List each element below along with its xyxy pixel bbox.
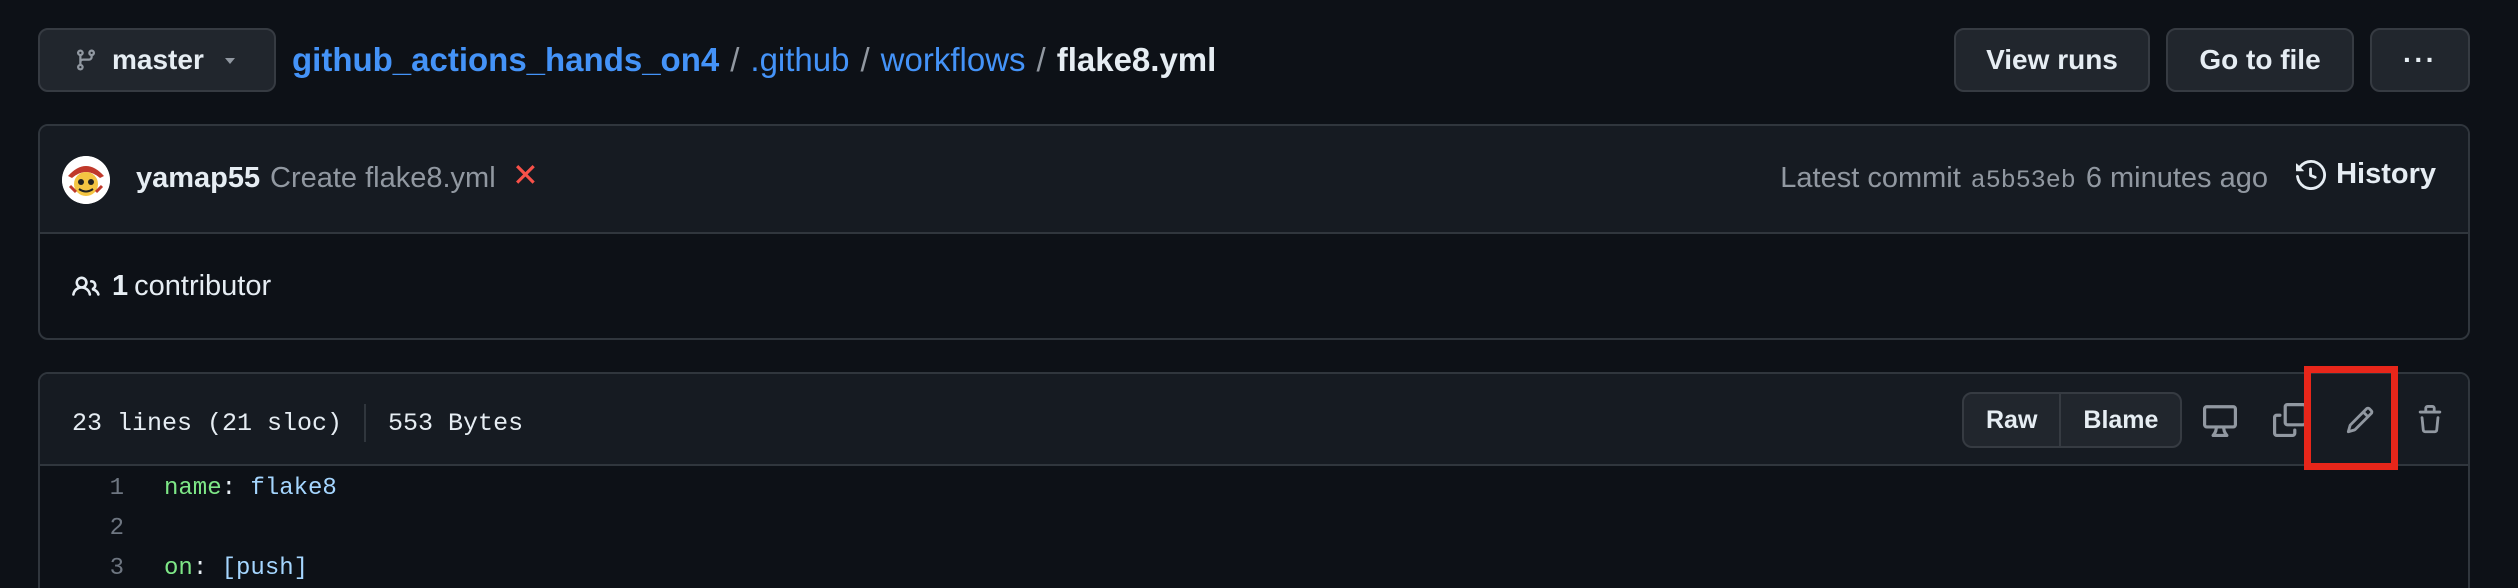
trash-icon[interactable] <box>2406 396 2454 444</box>
yaml-colon: : <box>221 474 237 502</box>
go-to-file-button[interactable]: Go to file <box>2166 28 2354 92</box>
raw-button[interactable]: Raw <box>1964 394 2059 446</box>
line-number[interactable]: 1 <box>40 475 124 502</box>
more-options-button[interactable]: ··· <box>2370 28 2470 92</box>
contributors-link[interactable]: 1 contributor <box>70 270 271 303</box>
breadcrumb-current-file: flake8.yml <box>1056 41 1217 78</box>
breadcrumb-github-link[interactable]: .github <box>750 41 849 79</box>
code-content: on: [push] <box>164 555 308 582</box>
divider <box>364 404 367 442</box>
code-content: name: flake8 <box>164 475 337 502</box>
yaml-key: name <box>164 474 222 502</box>
branch-selector[interactable]: master <box>38 28 276 92</box>
view-runs-button[interactable]: View runs <box>1954 28 2150 92</box>
check-failed-icon[interactable]: ✕ <box>512 156 539 194</box>
breadcrumb-separator: / <box>1036 41 1046 78</box>
git-branch-icon <box>76 49 95 71</box>
contributors-label: contributor <box>134 270 272 302</box>
history-label: History <box>2336 158 2436 190</box>
breadcrumb: github_actions_hands_on4 / .github / wor… <box>292 36 1216 84</box>
raw-blame-group: Raw Blame <box>1962 392 2183 448</box>
history-icon <box>2296 159 2327 190</box>
yaml-key: on <box>164 554 193 582</box>
contributors-count: 1 <box>112 270 129 302</box>
breadcrumb-separator: / <box>860 41 870 78</box>
breadcrumb-workflows-link[interactable]: workflows <box>881 41 1026 79</box>
breadcrumb-separator: / <box>730 41 740 78</box>
copy-icon[interactable] <box>2266 396 2314 444</box>
people-icon <box>72 275 100 296</box>
latest-commit-label: Latest commit <box>1780 162 1961 194</box>
line-number[interactable]: 2 <box>40 515 124 542</box>
line-number[interactable]: 3 <box>40 555 124 582</box>
history-link[interactable]: History <box>2296 158 2436 191</box>
file-lines-info: 23 lines (21 sloc) <box>72 408 343 438</box>
caret-down-icon <box>224 58 235 64</box>
breadcrumb-repo-link[interactable]: github_actions_hands_on4 <box>292 41 719 79</box>
commit-time: 6 minutes ago <box>2085 162 2268 194</box>
file-header: 23 lines (21 sloc) 553 Bytes Raw Blame <box>40 374 2468 466</box>
file-viewer: 23 lines (21 sloc) 553 Bytes Raw Blame 1… <box>38 372 2470 588</box>
code-line: 2 <box>40 508 2468 548</box>
yaml-value: flake8 <box>236 474 337 502</box>
code-line: 1 name: flake8 <box>40 468 2468 508</box>
file-size: 553 Bytes <box>388 408 524 438</box>
code-line: 3 on: [push] <box>40 548 2468 588</box>
commit-sha-link[interactable]: a5b53eb <box>1971 166 2076 195</box>
yaml-value: [push] <box>207 554 309 582</box>
display-icon[interactable] <box>2196 396 2244 444</box>
commit-message-link[interactable]: Create flake8.yml <box>270 162 496 195</box>
blame-button[interactable]: Blame <box>2061 394 2180 446</box>
latest-commit-info: Latest commit a5b53eb 6 minutes ago <box>1780 162 2268 195</box>
commit-author-link[interactable]: yamap55 <box>136 162 260 195</box>
branch-name: master <box>112 44 204 75</box>
commit-header: yamap55 Create flake8.yml ✕ Latest commi… <box>40 126 2468 234</box>
file-info: 23 lines (21 sloc) 553 Bytes <box>72 404 523 442</box>
yaml-colon: : <box>192 554 208 582</box>
commit-box: yamap55 Create flake8.yml ✕ Latest commi… <box>38 124 2470 340</box>
avatar[interactable] <box>62 156 110 204</box>
pencil-icon[interactable] <box>2336 396 2384 444</box>
